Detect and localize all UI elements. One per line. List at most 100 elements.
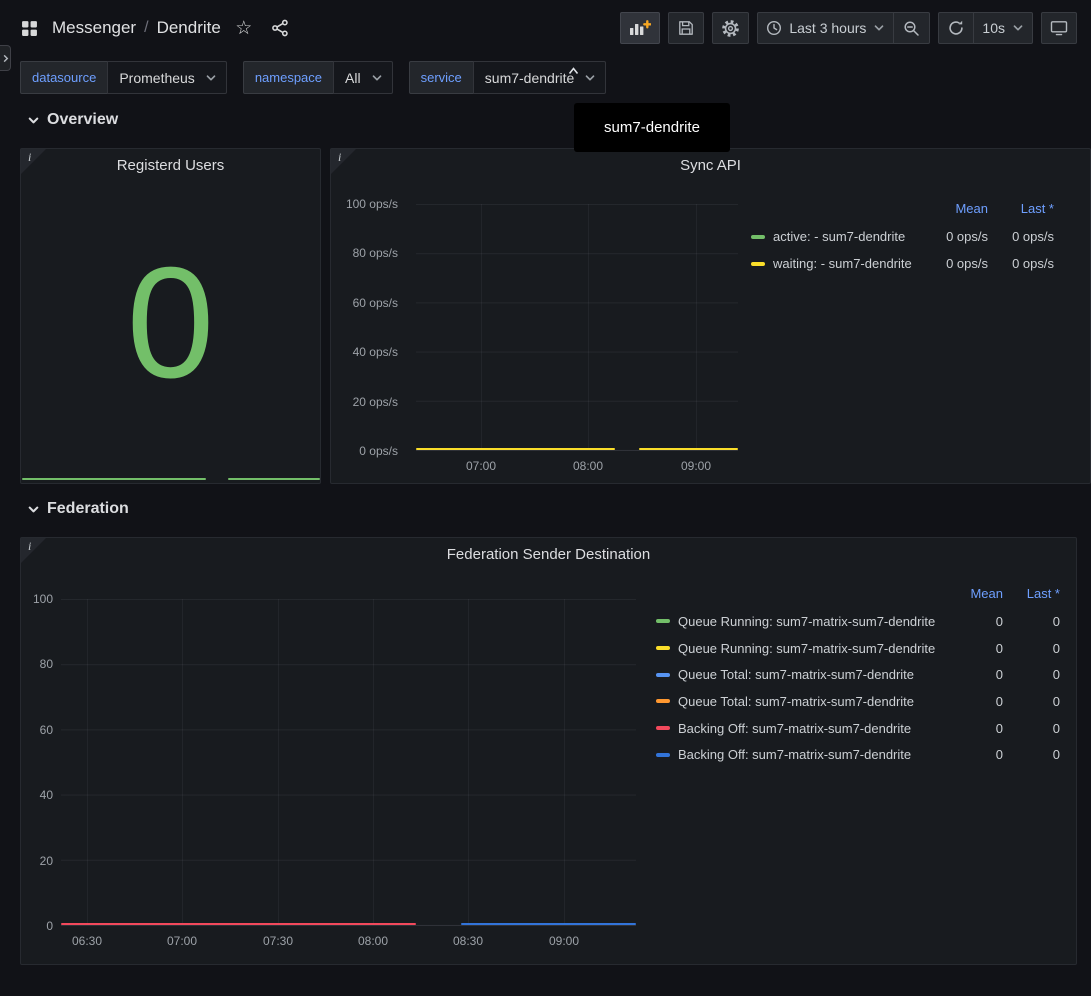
legend: Mean Last * active: - sum7-dendrite 0 op…: [751, 199, 1054, 277]
variable-label: namespace: [243, 61, 333, 94]
x-axis-tick: 06:30: [63, 934, 111, 948]
variable-label: datasource: [20, 61, 107, 94]
legend-color-dash: [656, 619, 670, 623]
x-axis-tick: 07:00: [451, 459, 511, 473]
section-toggle-overview[interactable]: Overview: [27, 111, 118, 129]
chart-plot-area[interactable]: [61, 599, 636, 926]
monitor-icon: [1050, 20, 1068, 36]
stat-display: 0: [21, 179, 320, 467]
dashboard-settings-button[interactable]: [712, 12, 749, 44]
clock-icon: [766, 20, 782, 36]
legend-color-dash: [656, 673, 670, 677]
stat-value: 0: [127, 244, 215, 402]
panel-registered-users: i Registerd Users 0: [20, 148, 321, 484]
variable-namespace: namespace All: [243, 61, 393, 94]
legend-label[interactable]: Queue Running: sum7-matrix-sum7-dendrite: [678, 641, 939, 656]
legend-mean-value: 0: [939, 747, 1003, 762]
x-axis-tick: 08:00: [558, 459, 618, 473]
save-dashboard-button[interactable]: [668, 12, 704, 44]
legend-label[interactable]: Backing Off: sum7-matrix-sum7-dendrite: [678, 721, 939, 736]
legend-color-dash: [751, 262, 765, 266]
legend-label[interactable]: waiting: - sum7-dendrite: [773, 256, 918, 271]
refresh-icon: [948, 20, 964, 36]
legend-header-last[interactable]: Last *: [988, 201, 1054, 216]
legend-row: Queue Total: sum7-matrix-sum7-dendrite 0…: [656, 688, 1060, 715]
breadcrumb-folder[interactable]: Messenger: [52, 18, 136, 38]
star-icon[interactable]: ☆: [231, 15, 257, 41]
info-icon: i: [28, 539, 31, 554]
panel-info-corner[interactable]: [331, 149, 356, 174]
legend-label[interactable]: Queue Running: sum7-matrix-sum7-dendrite: [678, 614, 939, 629]
grid-line: [87, 599, 88, 925]
chart-plot-area[interactable]: [416, 204, 738, 451]
legend-mean-value: 0: [939, 614, 1003, 629]
grid-line: [481, 204, 482, 450]
legend-row: Backing Off: sum7-matrix-sum7-dendrite 0…: [656, 715, 1060, 742]
chevron-down-icon: [584, 72, 596, 84]
magnifier-minus-icon: [903, 20, 920, 37]
y-axis-tick: 60: [21, 722, 53, 738]
add-panel-button[interactable]: [620, 12, 660, 44]
x-axis-tick: 08:30: [444, 934, 492, 948]
section-toggle-federation[interactable]: Federation: [27, 500, 129, 518]
legend-header-mean[interactable]: Mean: [939, 586, 1003, 601]
chevron-down-icon: [1012, 22, 1024, 34]
chart-add-icon: [629, 20, 651, 36]
legend-header-last[interactable]: Last *: [1003, 586, 1060, 601]
zoom-out-button[interactable]: [894, 12, 930, 44]
grafana-dashboard-page: Messenger / Dendrite ☆: [0, 0, 1091, 996]
x-axis-tick: 09:00: [540, 934, 588, 948]
expand-sidebar-button[interactable]: [0, 45, 11, 71]
breadcrumb: Messenger / Dendrite: [52, 18, 221, 38]
legend-label[interactable]: Queue Total: sum7-matrix-sum7-dendrite: [678, 694, 939, 709]
variable-value-dropdown[interactable]: All: [333, 61, 393, 94]
grid-line: [373, 599, 374, 925]
share-icon[interactable]: [267, 15, 293, 41]
variable-value-dropdown[interactable]: sum7-dendrite: [473, 61, 607, 94]
refresh-interval-picker-button[interactable]: 10s: [974, 12, 1033, 44]
variable-tooltip: sum7-dendrite: [574, 103, 730, 152]
legend-label[interactable]: Queue Total: sum7-matrix-sum7-dendrite: [678, 667, 939, 682]
legend-label[interactable]: Backing Off: sum7-matrix-sum7-dendrite: [678, 747, 939, 762]
panel-sync-api: i Sync API 100 ops/s 80 ops/s 60 ops/s 4…: [330, 148, 1091, 484]
grid-line: [696, 204, 697, 450]
time-range-picker-button[interactable]: Last 3 hours: [757, 12, 894, 44]
legend-color-dash: [656, 753, 670, 757]
breadcrumb-separator: /: [144, 19, 148, 37]
breadcrumb-dashboard: Dendrite: [157, 18, 221, 38]
y-axis-tick: 40: [21, 787, 53, 803]
y-axis-tick: 40 ops/s: [331, 344, 407, 360]
variable-label: service: [409, 61, 473, 94]
panel-title[interactable]: Federation Sender Destination: [61, 546, 1036, 563]
legend-header-mean[interactable]: Mean: [918, 201, 988, 216]
legend-last-value: 0: [1003, 721, 1060, 736]
y-axis-tick: 20: [21, 853, 53, 869]
grid-line: [588, 204, 589, 450]
x-axis-tick: 08:00: [349, 934, 397, 948]
legend-last-value: 0: [1003, 747, 1060, 762]
legend-row: Backing Off: sum7-matrix-sum7-dendrite 0…: [656, 741, 1060, 768]
panel-title[interactable]: Sync API: [371, 157, 1050, 174]
legend-color-dash: [751, 235, 765, 239]
series-line: [416, 448, 615, 450]
tooltip-text: sum7-dendrite: [604, 119, 700, 136]
panel-info-corner[interactable]: [21, 538, 46, 563]
grid-apps-icon[interactable]: [16, 15, 42, 41]
variable-datasource: datasource Prometheus: [20, 61, 227, 94]
variable-value-dropdown[interactable]: Prometheus: [107, 61, 226, 94]
refresh-button[interactable]: [938, 12, 974, 44]
tv-mode-button[interactable]: [1041, 12, 1077, 44]
chevron-down-icon: [873, 22, 885, 34]
legend-label[interactable]: active: - sum7-dendrite: [773, 229, 918, 244]
legend-row: Queue Running: sum7-matrix-sum7-dendrite…: [656, 635, 1060, 662]
chevron-down-icon: [27, 503, 40, 516]
y-axis-tick: 20 ops/s: [331, 394, 407, 410]
panel-title[interactable]: Registerd Users: [61, 157, 280, 174]
legend: Mean Last * Queue Running: sum7-matrix-s…: [656, 584, 1060, 768]
panel-federation-sender: i Federation Sender Destination 100 80 6…: [20, 537, 1077, 965]
x-axis-tick: 07:30: [254, 934, 302, 948]
legend-last-value: 0 ops/s: [988, 229, 1054, 244]
chevron-down-icon: [27, 114, 40, 127]
sparkline-segment: [22, 478, 206, 480]
panel-info-corner[interactable]: [21, 149, 46, 174]
